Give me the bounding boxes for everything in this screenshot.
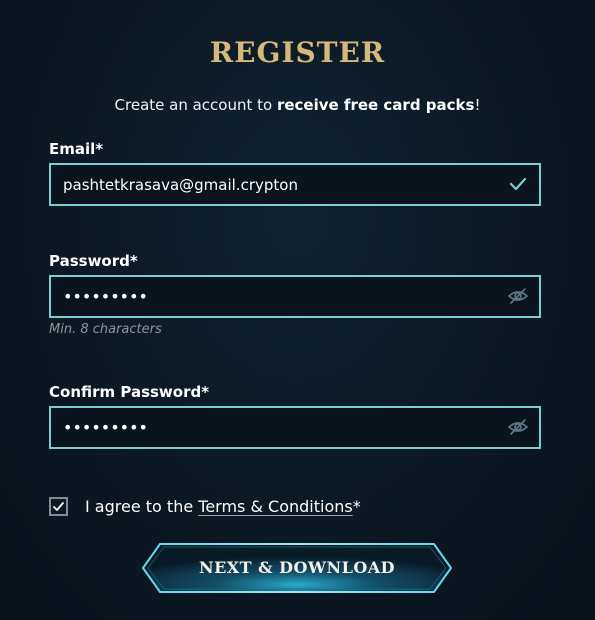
- terms-prefix: I agree to the: [85, 497, 199, 516]
- eye-slash-icon[interactable]: [507, 286, 529, 306]
- password-hint: Min. 8 characters: [49, 322, 162, 337]
- checkmark-icon: [507, 174, 529, 194]
- email-field-box: [49, 163, 541, 206]
- terms-suffix: *: [352, 497, 361, 516]
- terms-checkbox[interactable]: [49, 497, 68, 516]
- email-field[interactable]: [51, 165, 491, 204]
- password-masked-value: •••••••••: [63, 287, 148, 306]
- register-panel: REGISTER Create an account to receive fr…: [0, 0, 595, 620]
- page-title: REGISTER: [209, 36, 386, 69]
- next-download-label: NEXT & DOWNLOAD: [198, 558, 396, 577]
- eye-slash-icon[interactable]: [507, 417, 529, 437]
- password-label: Password*: [49, 252, 138, 270]
- confirm-password-label: Confirm Password*: [49, 383, 210, 401]
- subtitle-suffix: !: [474, 96, 481, 114]
- subtitle-prefix: Create an account to: [114, 96, 277, 114]
- email-label: Email*: [49, 140, 104, 158]
- subtitle: Create an account to receive free card p…: [0, 96, 595, 114]
- checkbox-check-icon: [53, 502, 64, 511]
- confirm-password-field[interactable]: •••••••••: [49, 406, 541, 449]
- confirm-password-masked-value: •••••••••: [63, 418, 148, 437]
- next-download-button[interactable]: NEXT & DOWNLOAD: [142, 543, 452, 593]
- password-field[interactable]: •••••••••: [49, 275, 541, 318]
- subtitle-highlight: receive free card packs: [276, 96, 475, 114]
- terms-text: I agree to the Terms & Conditions*: [85, 497, 361, 516]
- terms-link[interactable]: Terms & Conditions: [198, 497, 352, 516]
